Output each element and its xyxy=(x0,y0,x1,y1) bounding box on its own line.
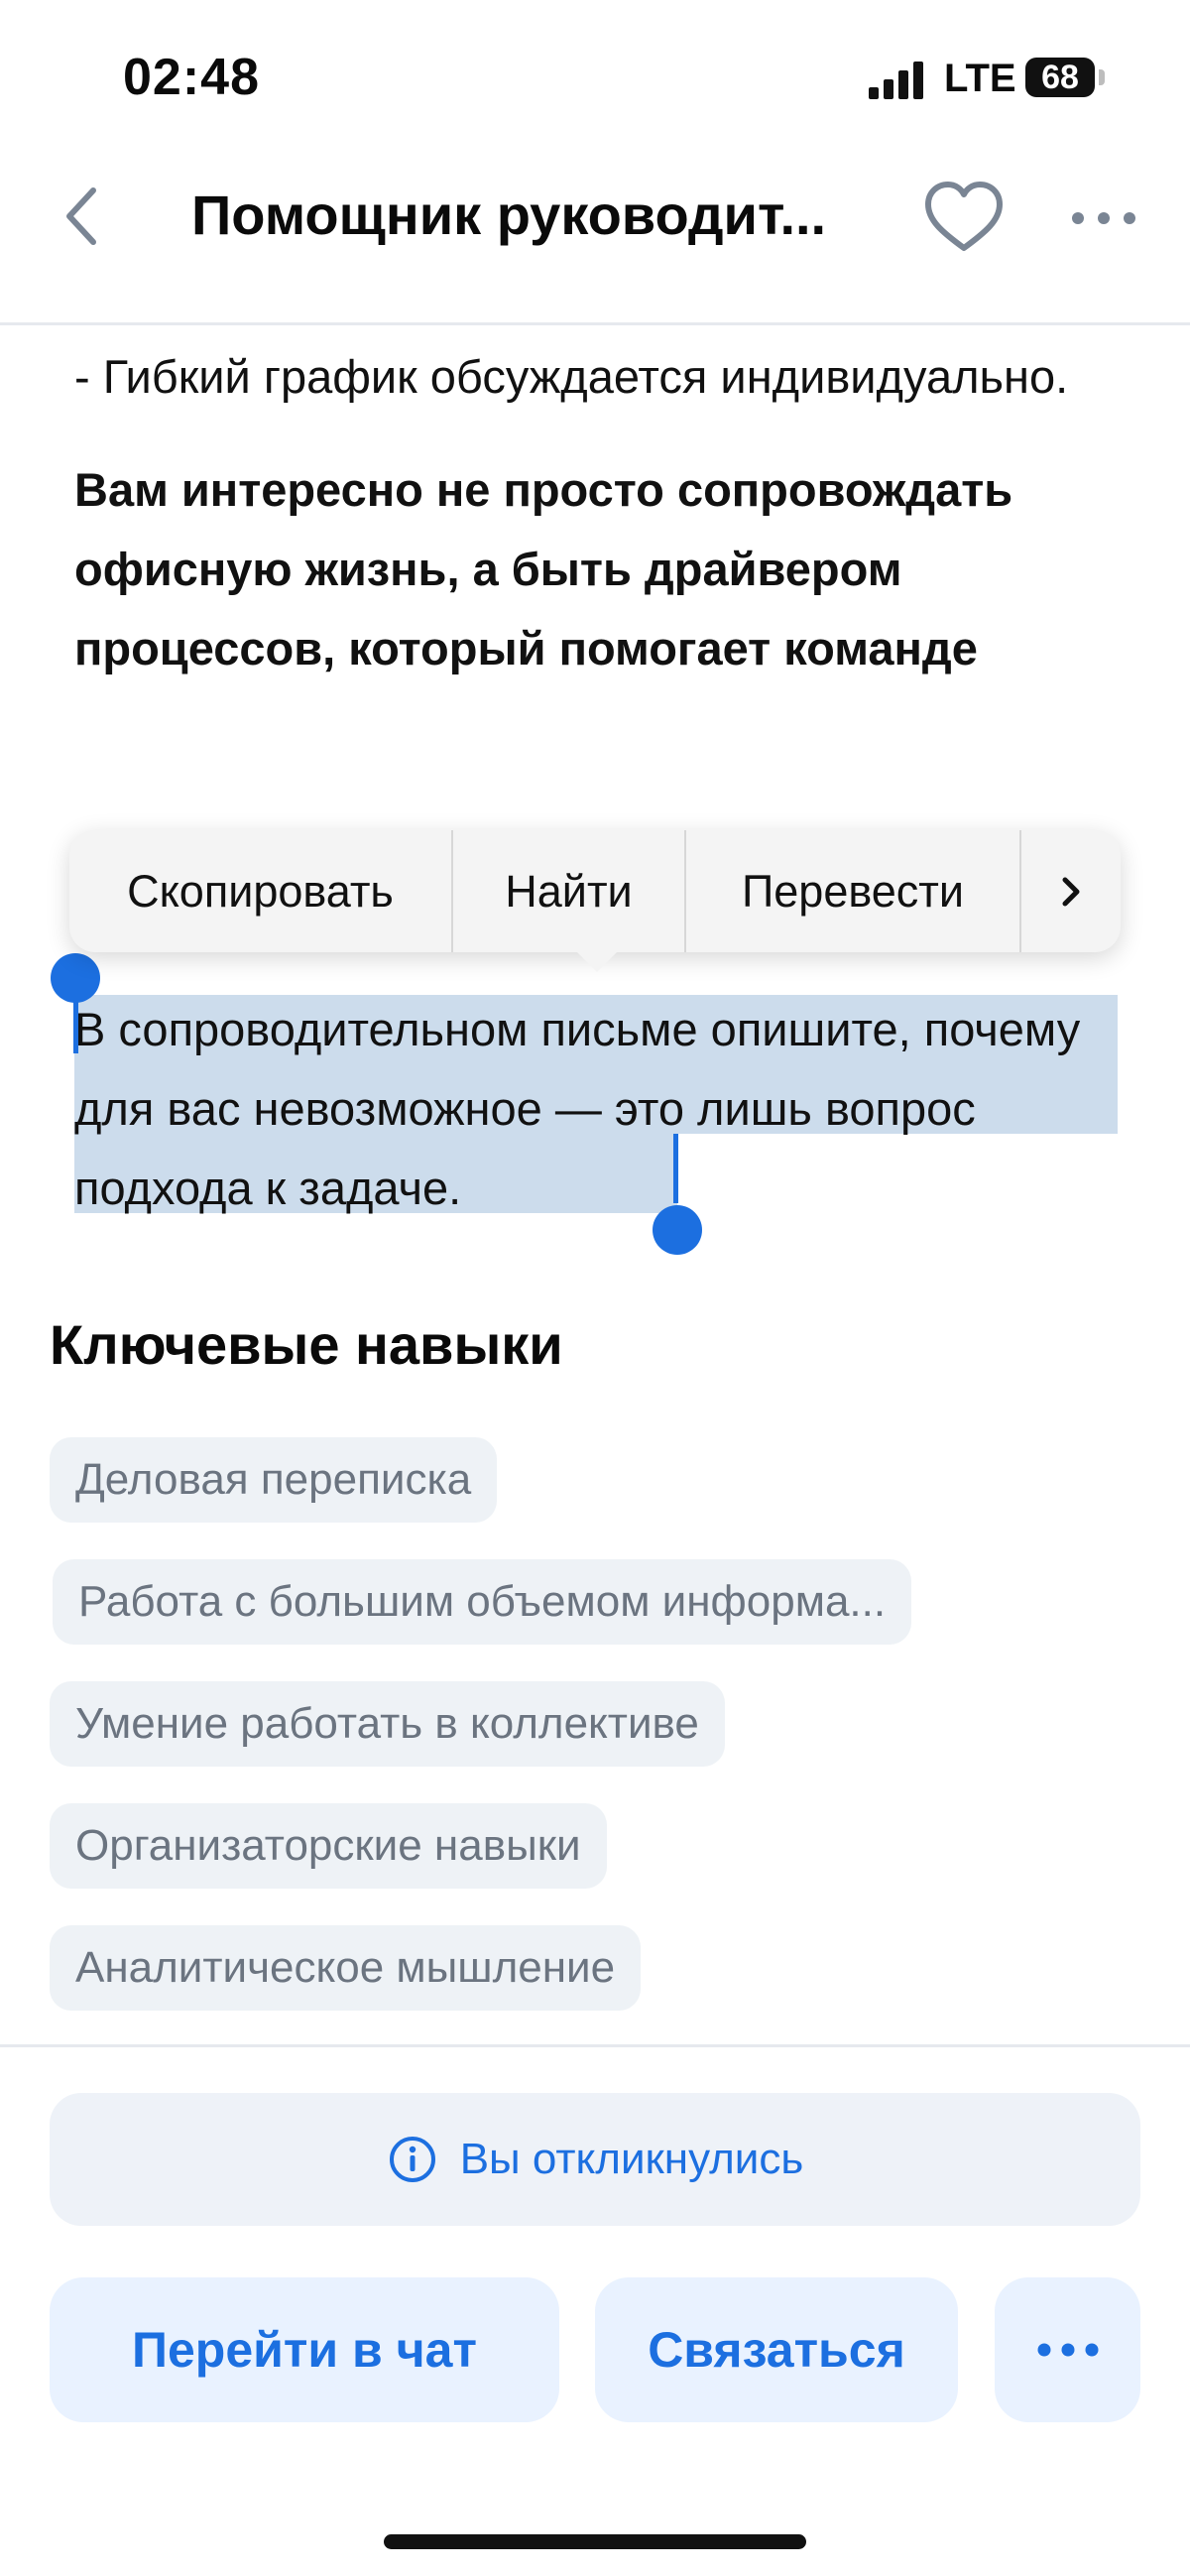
contact-button[interactable]: Связаться xyxy=(595,2277,958,2422)
copy-menu-item[interactable]: Скопировать xyxy=(69,830,453,952)
battery-icon: 68 xyxy=(1025,58,1095,97)
cellular-signal-icon xyxy=(869,61,923,99)
favorite-heart-icon[interactable] xyxy=(922,179,1006,258)
skill-chip[interactable]: Аналитическое мышление xyxy=(50,1925,642,2011)
more-dots-icon xyxy=(1037,2343,1098,2357)
find-menu-item[interactable]: Найти xyxy=(453,830,686,952)
bold-paragraph-wrapper: Вам интересно не просто сопровождать офи… xyxy=(74,417,1126,684)
selection-end-caret xyxy=(673,1134,678,1203)
info-icon xyxy=(389,2137,435,2182)
status-time: 02:48 xyxy=(123,49,260,106)
skill-chip[interactable]: Деловая переписка xyxy=(50,1437,498,1523)
menu-next-button[interactable] xyxy=(1021,830,1121,952)
description-bold-paragraph: Вам интересно не просто сопровождать офи… xyxy=(74,463,1013,675)
chevron-right-icon xyxy=(1062,877,1080,906)
home-indicator[interactable] xyxy=(384,2534,806,2549)
page-title: Помощник руководит... xyxy=(191,184,827,246)
battery-cap xyxy=(1099,69,1105,85)
translate-menu-item[interactable]: Перевести xyxy=(686,830,1021,952)
vacancy-description: - Гибкий график обсуждается индивидуальн… xyxy=(74,337,1126,684)
text-context-menu: Скопировать Найти Перевести xyxy=(69,830,1121,952)
selection-start-caret xyxy=(73,992,78,1053)
responded-banner[interactable]: Вы откликнулись xyxy=(50,2093,1140,2226)
network-type: LTE xyxy=(944,57,1016,100)
selected-paragraph[interactable]: В сопроводительном письме опишите, почем… xyxy=(74,990,1165,1228)
responded-label: Вы откликнулись xyxy=(459,2135,804,2183)
more-options-icon[interactable] xyxy=(1069,193,1138,243)
skill-chip[interactable]: Работа с большим объемом информа... xyxy=(53,1559,912,1645)
description-paragraph: - Гибкий график обсуждается индивидуальн… xyxy=(74,350,1069,403)
status-bar: 02:48 LTE 68 xyxy=(0,0,1190,149)
context-menu-pointer xyxy=(575,950,619,972)
more-actions-button[interactable] xyxy=(995,2277,1140,2422)
battery-level: 68 xyxy=(1041,58,1079,96)
selection-end-handle[interactable] xyxy=(653,1205,702,1255)
bottom-divider xyxy=(0,2044,1190,2047)
skill-chip[interactable]: Умение работать в коллективе xyxy=(50,1681,725,1767)
nav-header: Помощник руководит... xyxy=(0,149,1190,325)
go-to-chat-button[interactable]: Перейти в чат xyxy=(50,2277,559,2422)
skills-section-title: Ключевые навыки xyxy=(50,1313,563,1376)
skill-chip[interactable]: Организаторские навыки xyxy=(50,1803,607,1889)
back-arrow-icon[interactable] xyxy=(50,177,119,256)
